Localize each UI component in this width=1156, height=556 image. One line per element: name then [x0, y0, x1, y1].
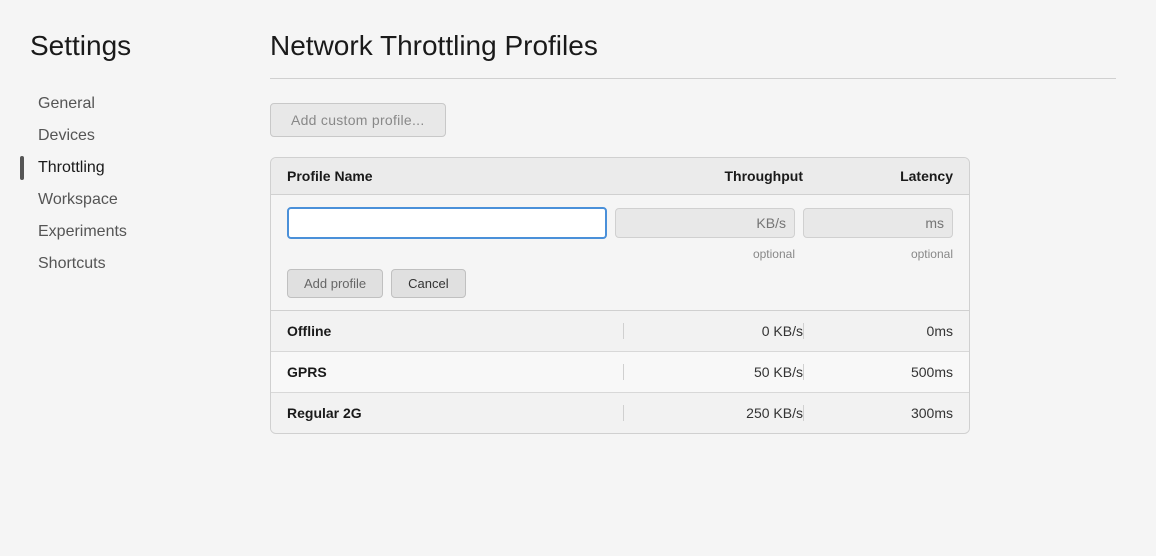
divider — [270, 78, 1116, 79]
sidebar-item-experiments-link[interactable]: Experiments — [30, 218, 210, 246]
row-throughput-offline: 0 KB/s — [623, 323, 803, 339]
table-row: GPRS 50 KB/s 500ms — [271, 352, 969, 393]
column-header-throughput: Throughput — [623, 168, 803, 184]
sidebar: Settings General Devices Throttling Work… — [0, 0, 230, 556]
table-header: Profile Name Throughput Latency — [271, 158, 969, 195]
sidebar-item-experiments[interactable]: Experiments — [30, 218, 210, 246]
add-profile-button[interactable]: Add profile — [287, 269, 383, 298]
throughput-optional-label: optional — [615, 247, 795, 261]
sidebar-item-throttling[interactable]: Throttling — [30, 154, 210, 182]
add-custom-profile-button[interactable]: Add custom profile... — [270, 103, 446, 137]
row-name-regular2g: Regular 2G — [287, 405, 623, 421]
latency-optional-label: optional — [803, 247, 953, 261]
action-buttons: Add profile Cancel — [287, 269, 953, 298]
page-title: Network Throttling Profiles — [270, 30, 1116, 62]
cancel-button[interactable]: Cancel — [391, 269, 465, 298]
row-latency-regular2g: 300ms — [803, 405, 953, 421]
sidebar-item-shortcuts[interactable]: Shortcuts — [30, 250, 210, 278]
profile-name-input[interactable] — [287, 207, 607, 239]
table-row: Regular 2G 250 KB/s 300ms — [271, 393, 969, 433]
column-header-latency: Latency — [803, 168, 953, 184]
sidebar-item-general[interactable]: General — [30, 90, 210, 118]
sidebar-item-workspace-link[interactable]: Workspace — [30, 186, 210, 214]
table-row: Offline 0 KB/s 0ms — [271, 311, 969, 352]
sidebar-nav: General Devices Throttling Workspace Exp… — [30, 90, 210, 278]
sidebar-item-general-link[interactable]: General — [30, 90, 210, 118]
sidebar-item-workspace[interactable]: Workspace — [30, 186, 210, 214]
profiles-table: Profile Name Throughput Latency optional… — [270, 157, 970, 434]
sidebar-item-throttling-link[interactable]: Throttling — [30, 154, 210, 182]
row-throughput-regular2g: 250 KB/s — [623, 405, 803, 421]
add-profile-inputs — [287, 207, 953, 239]
sidebar-item-shortcuts-link[interactable]: Shortcuts — [30, 250, 210, 278]
throughput-input[interactable] — [615, 208, 795, 238]
column-header-name: Profile Name — [287, 168, 623, 184]
add-profile-row: optional optional Add profile Cancel — [271, 195, 969, 311]
row-throughput-gprs: 50 KB/s — [623, 364, 803, 380]
sidebar-item-devices-link[interactable]: Devices — [30, 122, 210, 150]
optional-labels: optional optional — [287, 247, 953, 261]
row-name-offline: Offline — [287, 323, 623, 339]
sidebar-title: Settings — [30, 30, 210, 62]
sidebar-item-devices[interactable]: Devices — [30, 122, 210, 150]
row-latency-gprs: 500ms — [803, 364, 953, 380]
main-content: Network Throttling Profiles Add custom p… — [230, 0, 1156, 556]
latency-input[interactable] — [803, 208, 953, 238]
row-name-gprs: GPRS — [287, 364, 623, 380]
row-latency-offline: 0ms — [803, 323, 953, 339]
